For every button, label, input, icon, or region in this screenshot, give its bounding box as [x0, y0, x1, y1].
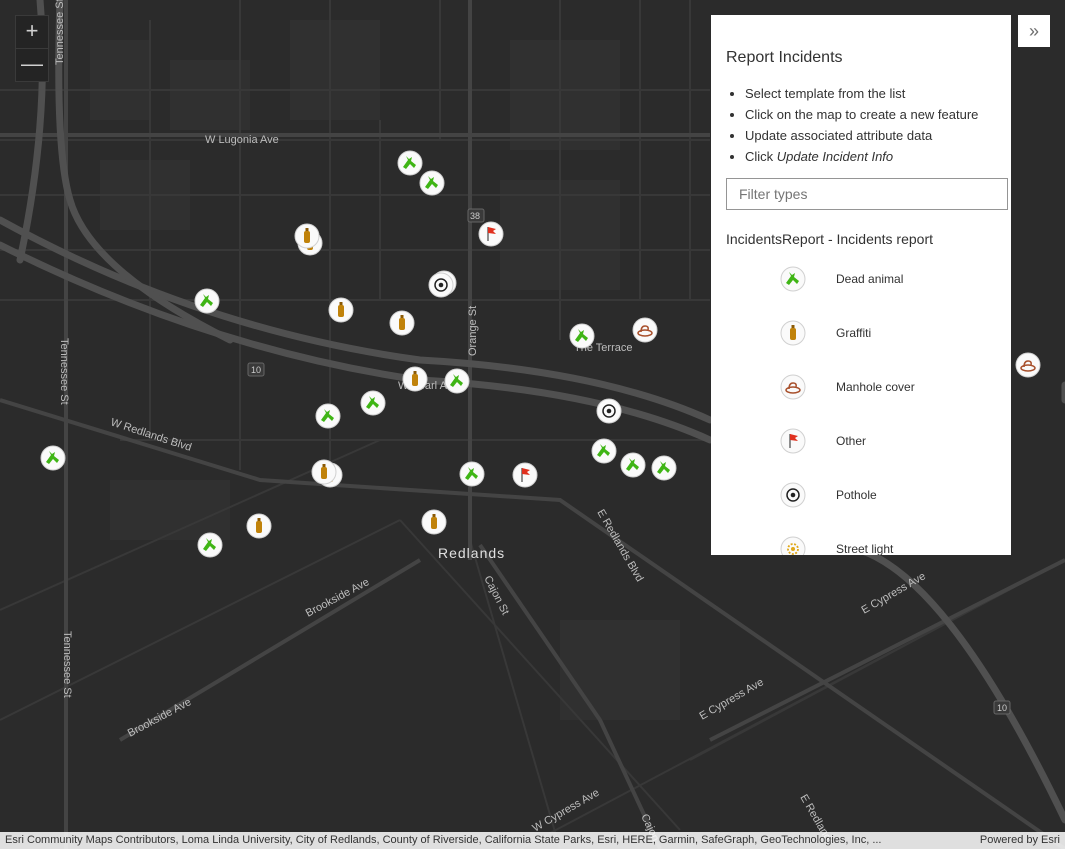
- template-item-street-light[interactable]: Street light: [711, 525, 1011, 555]
- instruction-list: Select template from the list Click on t…: [726, 83, 978, 167]
- instruction-item: Select template from the list: [745, 83, 978, 104]
- road-label-w-lugonia: W Lugonia Ave: [205, 134, 279, 146]
- marker-graffiti[interactable]: [294, 223, 320, 249]
- marker-graffiti[interactable]: [246, 513, 272, 539]
- street-light-icon: [780, 536, 806, 555]
- template-group-title: IncidentsReport - Incidents report: [726, 231, 933, 247]
- svg-text:38: 38: [470, 211, 480, 221]
- instruction-item: Click on the map to create a new feature: [745, 104, 978, 125]
- city-label-redlands: Redlands: [438, 545, 505, 561]
- attribution-sources[interactable]: Esri Community Maps Contributors, Loma L…: [5, 832, 960, 849]
- marker-dead-animal[interactable]: [419, 170, 445, 196]
- marker-pothole[interactable]: [596, 398, 622, 424]
- marker-pothole[interactable]: [428, 272, 454, 298]
- marker-dead-animal[interactable]: [194, 288, 220, 314]
- highway-shield-10-right: 10: [993, 700, 1011, 715]
- marker-graffiti[interactable]: [421, 509, 447, 535]
- svg-text:10: 10: [997, 703, 1007, 713]
- marker-graffiti[interactable]: [328, 297, 354, 323]
- marker-dead-animal[interactable]: [397, 150, 423, 176]
- road-label-tennessee-top: Tennessee St: [54, 0, 66, 65]
- highway-shield-10-left: 10: [247, 362, 265, 377]
- marker-other[interactable]: [512, 462, 538, 488]
- template-item-pothole[interactable]: Pothole: [711, 471, 1011, 521]
- marker-dead-animal[interactable]: [459, 461, 485, 487]
- marker-other[interactable]: [478, 221, 504, 247]
- template-label: Street light: [836, 542, 894, 555]
- instruction-item: Update associated attribute data: [745, 125, 978, 146]
- zoom-out-button[interactable]: —: [16, 49, 48, 81]
- pothole-icon: [780, 482, 806, 508]
- double-chevron-right-icon: »: [1028, 21, 1039, 41]
- road-label-orange-st: Orange St: [467, 306, 479, 356]
- editor-panel: Report Incidents Select template from th…: [711, 15, 1011, 555]
- template-label: Pothole: [836, 488, 877, 502]
- marker-dead-animal[interactable]: [651, 455, 677, 481]
- marker-dead-animal[interactable]: [40, 445, 66, 471]
- road-label-tennessee-bot: Tennessee St: [61, 631, 73, 698]
- zoom-controls: + —: [15, 15, 49, 82]
- marker-dead-animal[interactable]: [360, 390, 386, 416]
- marker-dead-animal[interactable]: [315, 403, 341, 429]
- zoom-in-button[interactable]: +: [16, 16, 48, 49]
- manhole-icon: [780, 374, 806, 400]
- instruction-emphasis: Update Incident Info: [776, 149, 894, 164]
- template-label: Manhole cover: [836, 380, 915, 394]
- marker-manhole-cover[interactable]: [632, 317, 658, 343]
- highway-shield-38: 38: [467, 208, 485, 223]
- template-item-dead-animal[interactable]: Dead animal: [711, 255, 1011, 305]
- marker-dead-animal[interactable]: [197, 532, 223, 558]
- marker-graffiti[interactable]: [389, 310, 415, 336]
- expand-panel-button[interactable]: »: [1018, 15, 1050, 47]
- marker-graffiti[interactable]: [311, 459, 337, 485]
- template-label: Graffiti: [836, 326, 872, 340]
- svg-text:10: 10: [251, 365, 261, 375]
- graffiti-icon: [780, 320, 806, 346]
- road-label-tennessee-mid: Tennessee St: [58, 338, 70, 405]
- template-label: Dead animal: [836, 272, 904, 286]
- attribution-bar: Esri Community Maps Contributors, Loma L…: [0, 832, 1065, 849]
- marker-dead-animal[interactable]: [569, 323, 595, 349]
- panel-title: Report Incidents: [726, 49, 843, 66]
- template-item-other[interactable]: Other: [711, 417, 1011, 467]
- template-label: Other: [836, 434, 867, 448]
- flag-icon: [780, 428, 806, 454]
- powered-by-esri-link[interactable]: Powered by Esri: [980, 832, 1060, 849]
- template-item-graffiti[interactable]: Graffiti: [711, 309, 1011, 359]
- marker-dead-animal[interactable]: [444, 368, 470, 394]
- marker-dead-animal[interactable]: [591, 438, 617, 464]
- instruction-text: Click: [745, 149, 777, 164]
- instruction-item: Click Update Incident Info: [745, 146, 978, 167]
- filter-types-input[interactable]: [726, 178, 1008, 210]
- marker-graffiti[interactable]: [402, 366, 428, 392]
- marker-dead-animal[interactable]: [620, 452, 646, 478]
- dead-animal-icon: [780, 266, 806, 292]
- template-item-manhole-cover[interactable]: Manhole cover: [711, 363, 1011, 413]
- marker-manhole-cover[interactable]: [1015, 352, 1041, 378]
